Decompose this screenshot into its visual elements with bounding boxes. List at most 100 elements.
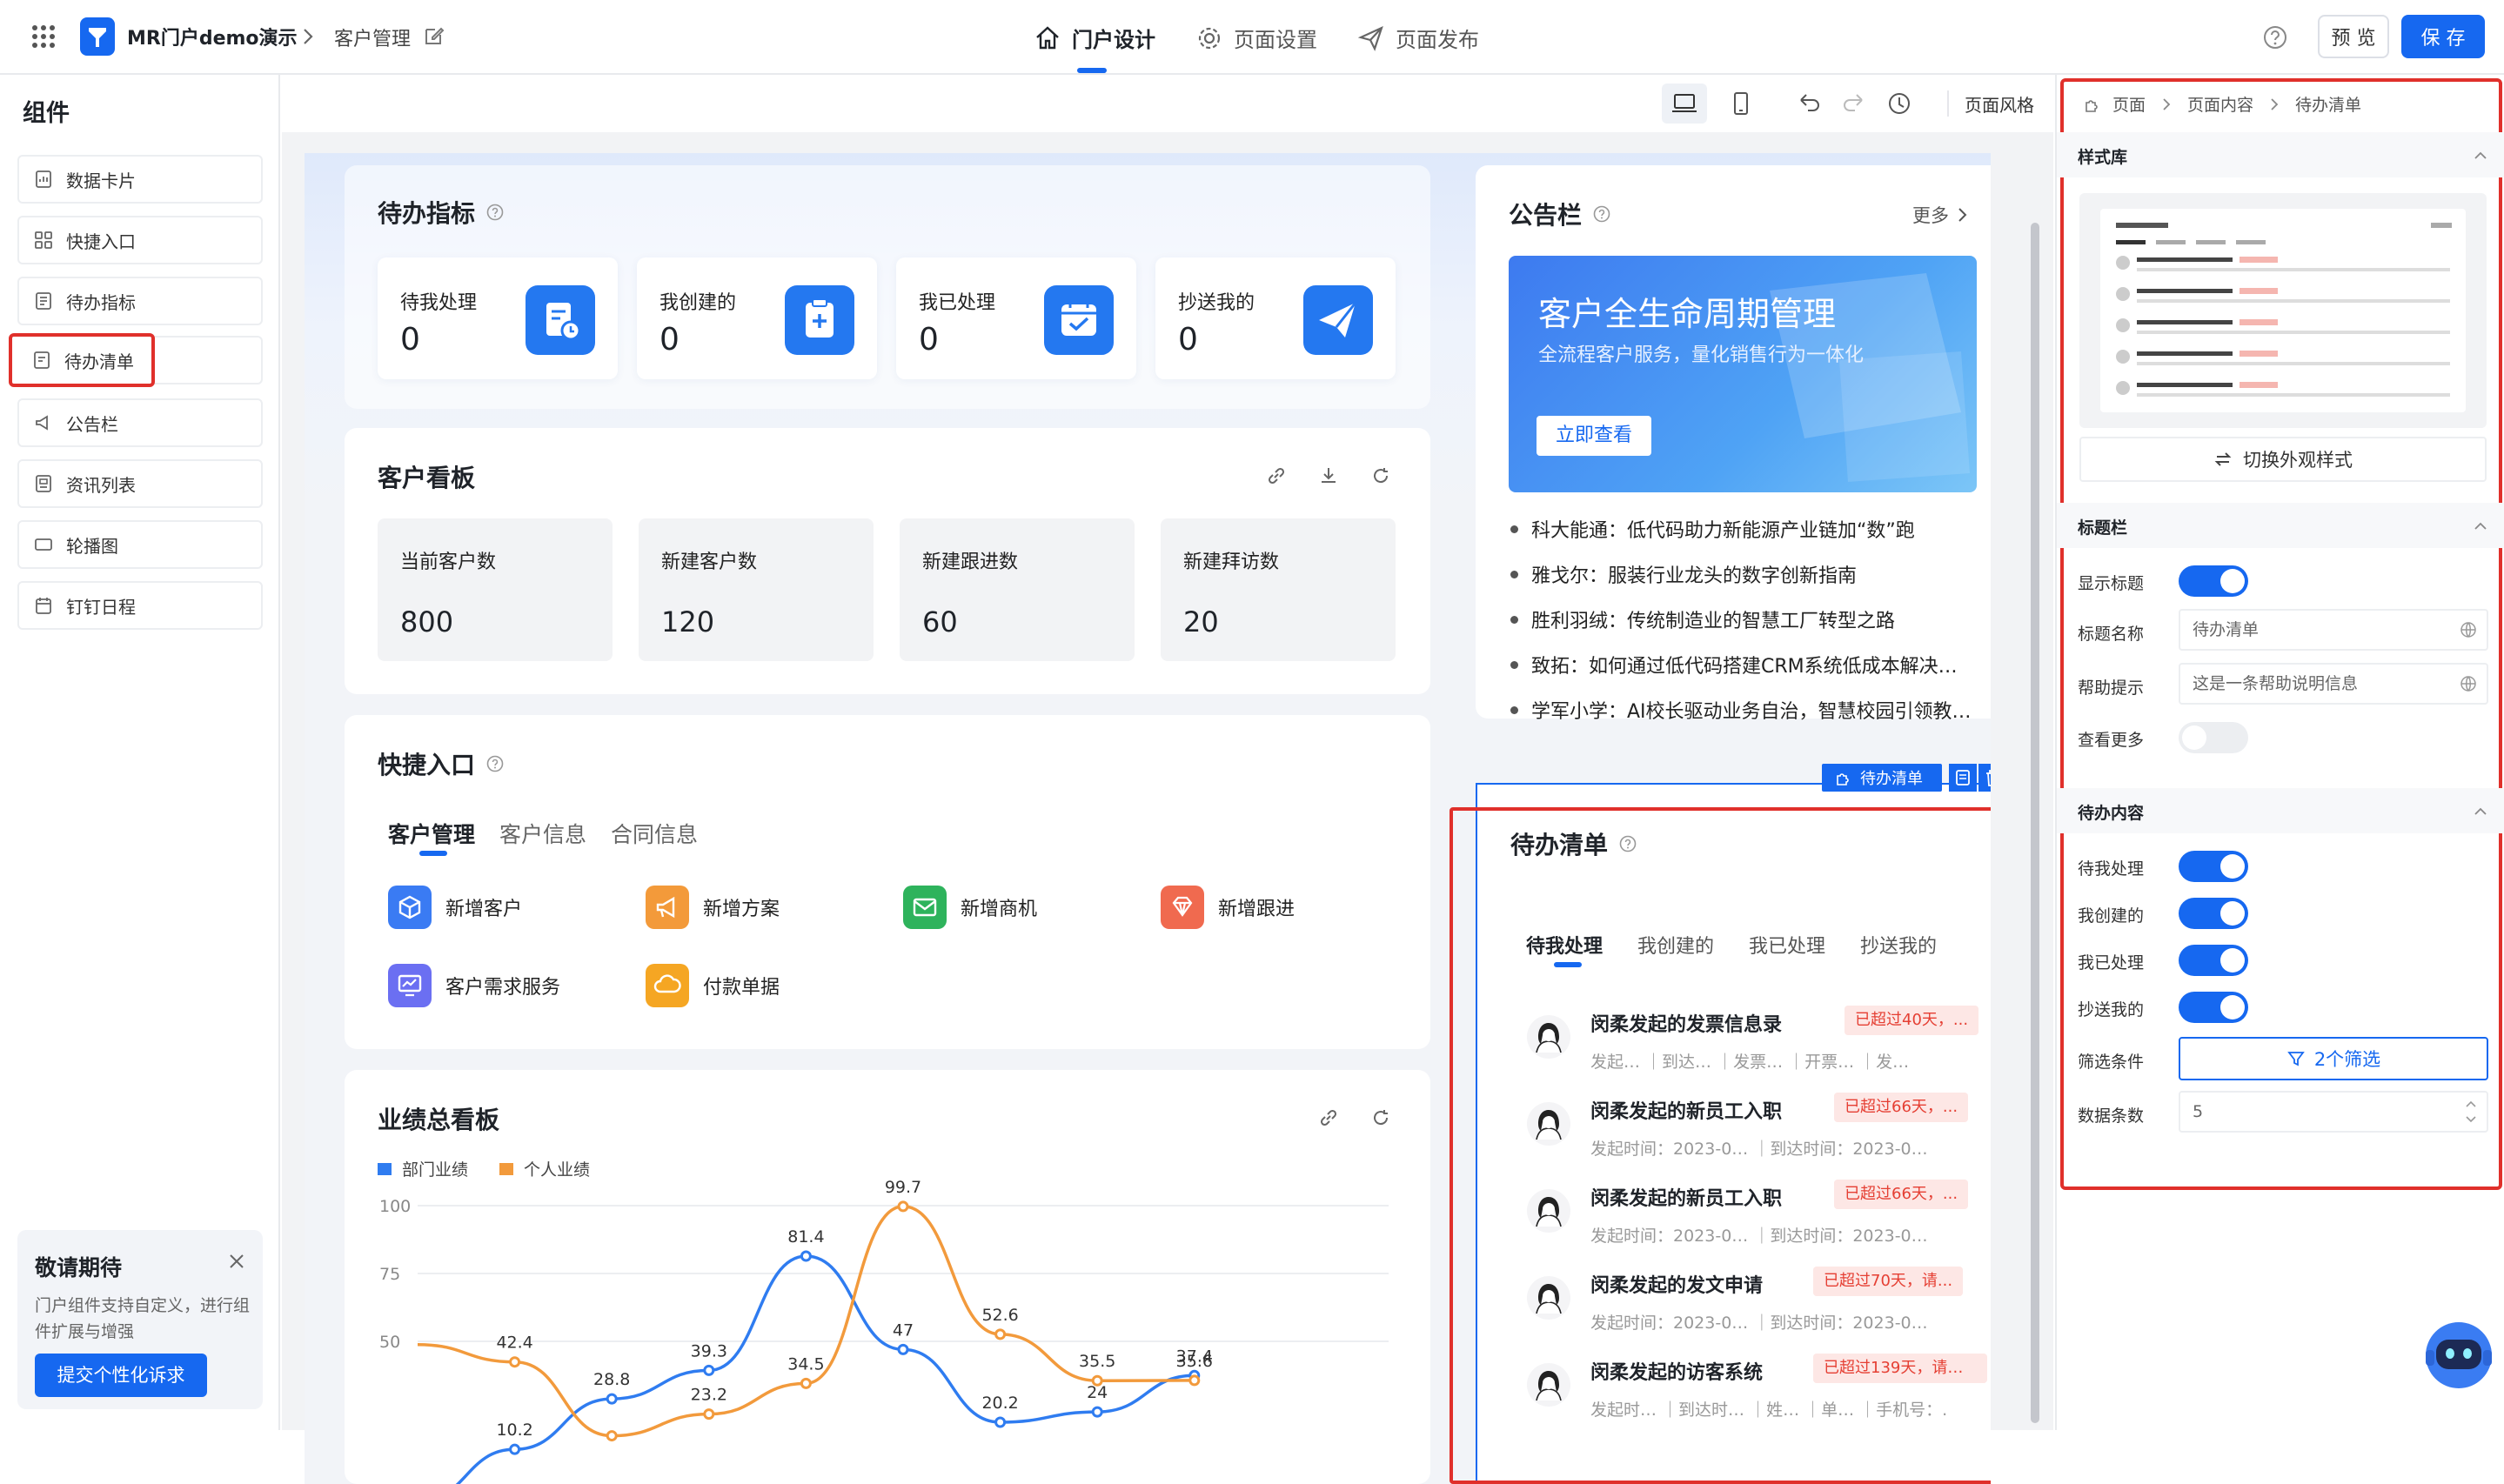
tab-portal-design[interactable]: 门户设计 xyxy=(1034,23,1155,53)
section-style-library[interactable]: 样式库 xyxy=(2057,132,2504,177)
sidebar-item-todo-list[interactable]: 待办清单 xyxy=(9,333,155,387)
canvas-scrollbar[interactable] xyxy=(2031,223,2039,1423)
link-icon[interactable] xyxy=(1265,465,1288,487)
news-item[interactable]: 学军小学：AI校长驱动业务自治，智慧校园引领教… xyxy=(1509,696,1978,724)
tab-customer-info[interactable]: 客户信息 xyxy=(499,818,586,849)
globe-icon[interactable] xyxy=(2459,620,2478,639)
done-toggle[interactable] xyxy=(2179,945,2248,976)
data-point xyxy=(994,1328,1007,1340)
announcement-icon xyxy=(36,415,48,431)
sidebar-item-todo-metric[interactable]: 待办指标 xyxy=(17,277,263,325)
cc-toggle[interactable] xyxy=(2179,992,2248,1023)
tab-contract-info[interactable]: 合同信息 xyxy=(611,818,698,849)
notice-banner[interactable]: 客户全生命周期管理 全流程客户服务，量化销售行为一体化 立即查看 xyxy=(1509,256,1977,492)
news-item[interactable]: 科大能通：低代码助力新能源产业链加“数”跑 xyxy=(1509,515,1978,543)
calendar-check-icon xyxy=(1044,285,1114,355)
copy-icon[interactable] xyxy=(1949,764,1977,792)
todo-metrics-card[interactable]: 待办指标 待我处理 0 我创建的 0 我已处理 0 抄送我的 0 xyxy=(345,165,1430,409)
crumb-component: 待办清单 xyxy=(2295,96,2362,115)
quick-item-customer-service[interactable]: 客户需求服务 xyxy=(388,964,560,1007)
tab-customer-management[interactable]: 客户管理 xyxy=(388,818,475,849)
quick-item-add-opportunity[interactable]: 新增商机 xyxy=(903,886,1037,929)
view-now-button[interactable]: 立即查看 xyxy=(1537,416,1651,456)
help-icon[interactable] xyxy=(1592,204,1611,224)
download-icon[interactable] xyxy=(1317,465,1340,487)
page-style-button[interactable]: 页面风格 xyxy=(1965,91,2034,117)
view-more-toggle[interactable] xyxy=(2179,722,2248,753)
metric-tile[interactable]: 待我处理 0 xyxy=(378,257,618,379)
quick-item-add-followup[interactable]: 新增跟进 xyxy=(1161,886,1295,929)
tab-label: 页面发布 xyxy=(1396,28,1479,52)
card-title: 快捷入口 xyxy=(378,746,505,781)
data-point xyxy=(509,1356,521,1368)
performance-card[interactable]: 业绩总看板 部门业绩 个人业绩 50 75 100 10.2 28.8 39.3 81.4 4… xyxy=(345,1070,1430,1484)
switch-style-button[interactable]: 切换外观样式 xyxy=(2079,437,2487,482)
save-button[interactable]: 保 存 xyxy=(2401,15,2485,58)
sidebar-item-calendar[interactable]: 钉钉日程 xyxy=(17,581,263,630)
metric-tile[interactable]: 抄送我的 0 xyxy=(1155,257,1396,379)
app-name[interactable]: MR门户demo演示 xyxy=(127,23,298,50)
sidebar-item-carousel[interactable]: 轮播图 xyxy=(17,520,263,569)
close-icon[interactable] xyxy=(226,1251,247,1272)
globe-icon[interactable] xyxy=(2459,674,2478,693)
kpi-value: 120 xyxy=(661,605,715,638)
help-icon[interactable] xyxy=(485,203,505,222)
app-grid-icon[interactable] xyxy=(30,23,57,50)
quick-item-add-customer[interactable]: 新增客户 xyxy=(388,886,522,929)
send-icon xyxy=(1357,25,1383,51)
delete-icon[interactable] xyxy=(1978,764,1991,792)
stepper-icon[interactable] xyxy=(2462,1094,2480,1129)
tab-page-settings[interactable]: 页面设置 xyxy=(1195,23,1317,53)
title-name-input[interactable]: 待办清单 xyxy=(2179,609,2488,651)
sidebar-item-quick-entry[interactable]: 快捷入口 xyxy=(17,216,263,264)
customer-board-card[interactable]: 客户看板 当前客户数 800 新建客户数 120 新建跟进数 60 新建拜访数 … xyxy=(345,428,1430,694)
history-icon[interactable] xyxy=(1885,89,1914,118)
assistant-robot-icon[interactable] xyxy=(2422,1314,2495,1395)
news-item[interactable]: 胜利羽绒：传统制造业的智慧工厂转型之路 xyxy=(1509,605,1978,633)
filter-button[interactable]: 2个筛选 xyxy=(2179,1037,2488,1080)
section-todo-content[interactable]: 待办内容 xyxy=(2057,788,2504,833)
section-title: 待办内容 xyxy=(2078,804,2145,823)
sidebar-item-label: 快捷入口 xyxy=(66,231,136,252)
crumb-content[interactable]: 页面内容 xyxy=(2187,92,2253,116)
submit-request-button[interactable]: 提交个性化诉求 xyxy=(35,1354,207,1397)
data-label: 28.8 xyxy=(593,1370,630,1389)
more-link[interactable]: 更多 xyxy=(1912,202,1970,228)
data-point xyxy=(606,1430,618,1442)
crumb-page[interactable]: 页面 xyxy=(2112,92,2146,116)
tab-page-publish[interactable]: 页面发布 xyxy=(1357,23,1479,53)
edit-icon[interactable] xyxy=(423,24,445,47)
count-input[interactable]: 5 xyxy=(2179,1091,2488,1133)
help-icon[interactable] xyxy=(2262,24,2288,50)
mobile-view-icon[interactable] xyxy=(1726,89,1756,118)
show-title-toggle[interactable] xyxy=(2179,565,2248,597)
style-thumbnail[interactable] xyxy=(2079,193,2487,428)
news-item[interactable]: 致拓：如何通过低代码搭建CRM系统低成本解决… xyxy=(1509,651,1978,678)
help-icon[interactable] xyxy=(485,754,505,773)
news-item[interactable]: 雅戈尔：服装行业龙头的数字创新指南 xyxy=(1509,560,1978,588)
undo-icon[interactable] xyxy=(1794,89,1824,118)
data-point xyxy=(1091,1374,1103,1387)
metric-tile[interactable]: 我已处理 0 xyxy=(896,257,1136,379)
notice-board-card[interactable]: 公告栏 更多 客户全生命周期管理 全流程客户服务，量化销售行为一体化 立即查看 … xyxy=(1476,165,1991,723)
preview-button[interactable]: 预 览 xyxy=(2318,15,2389,58)
monitor-chart-icon xyxy=(388,964,432,1007)
desktop-view-icon[interactable] xyxy=(1662,84,1707,124)
pending-toggle[interactable] xyxy=(2179,851,2248,882)
home-icon xyxy=(1036,25,1059,49)
quick-entry-card[interactable]: 快捷入口 客户管理 客户信息 合同信息 新增客户 新增方案 新增商机 新增跟进 xyxy=(345,715,1430,1049)
sidebar-item-announcement[interactable]: 公告栏 xyxy=(17,398,263,447)
created-toggle[interactable] xyxy=(2179,898,2248,929)
quick-item-add-plan[interactable]: 新增方案 xyxy=(646,886,780,929)
document-clock-icon xyxy=(526,285,595,355)
sidebar-item-data-card[interactable]: 数据卡片 xyxy=(17,155,263,204)
redo-icon[interactable] xyxy=(1839,89,1869,118)
sidebar-item-news-list[interactable]: 资讯列表 xyxy=(17,459,263,508)
quick-item-payment[interactable]: 付款单据 xyxy=(646,964,780,1007)
data-label: 99.7 xyxy=(885,1178,921,1197)
breadcrumb-page[interactable]: 客户管理 xyxy=(334,23,411,51)
help-tip-input[interactable]: 这是一条帮助说明信息 xyxy=(2179,663,2488,705)
refresh-icon[interactable] xyxy=(1369,465,1392,487)
section-title-bar[interactable]: 标题栏 xyxy=(2057,503,2504,548)
metric-tile[interactable]: 我创建的 0 xyxy=(637,257,877,379)
